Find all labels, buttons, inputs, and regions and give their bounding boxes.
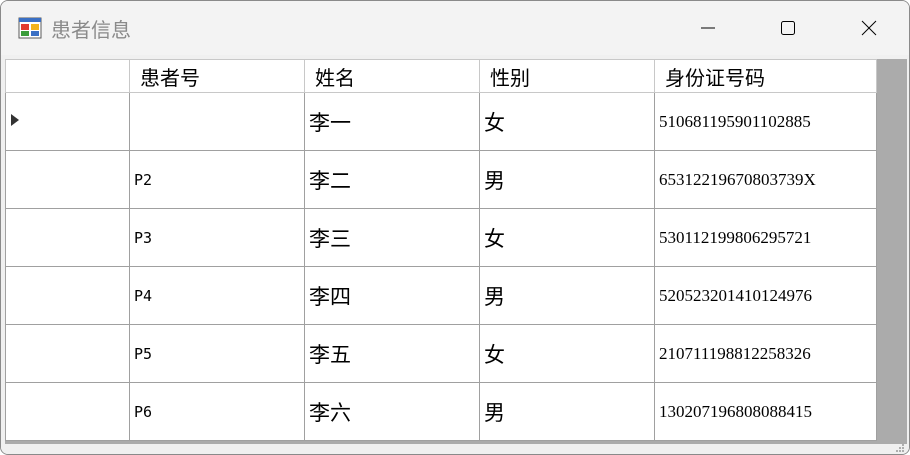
table-row[interactable]: P2 李二 男 65312219670803739X bbox=[5, 150, 877, 209]
cell-patient-id[interactable]: P6 bbox=[129, 382, 305, 441]
cell-name[interactable]: 李四 bbox=[304, 266, 480, 325]
cell-gender[interactable]: 女 bbox=[479, 208, 655, 267]
maximize-button[interactable] bbox=[748, 1, 828, 55]
cell-patient-id[interactable]: P2 bbox=[129, 150, 305, 209]
window-title: 患者信息 bbox=[51, 18, 131, 42]
row-header[interactable] bbox=[5, 92, 130, 151]
cell-patient-id[interactable]: P1 bbox=[129, 92, 305, 151]
cell-name[interactable]: 李五 bbox=[304, 324, 480, 383]
cell-id-card[interactable]: 65312219670803739X bbox=[654, 150, 877, 209]
cell-name[interactable]: 李六 bbox=[304, 382, 480, 441]
patient-info-window: 患者信息 患者号 姓名 性别 身份证号码 P1 李一 女 51068119590… bbox=[0, 0, 910, 455]
title-bar[interactable]: 患者信息 bbox=[1, 1, 909, 55]
row-header[interactable] bbox=[5, 150, 130, 209]
column-header-patient-id[interactable]: 患者号 bbox=[129, 59, 305, 93]
table-row[interactable]: P4 李四 男 520523201410124976 bbox=[5, 266, 877, 325]
cell-gender[interactable]: 男 bbox=[479, 266, 655, 325]
status-strip bbox=[1, 443, 909, 454]
cell-patient-id[interactable]: P4 bbox=[129, 266, 305, 325]
column-header-id-card[interactable]: 身份证号码 bbox=[654, 59, 877, 93]
current-row-arrow-icon bbox=[11, 114, 19, 126]
header-row: 患者号 姓名 性别 身份证号码 bbox=[5, 59, 877, 93]
column-header-gender[interactable]: 性别 bbox=[479, 59, 655, 93]
minimize-icon bbox=[701, 27, 715, 29]
cell-id-card[interactable]: 210711198812258326 bbox=[654, 324, 877, 383]
cell-gender[interactable]: 女 bbox=[479, 324, 655, 383]
cell-name[interactable]: 李一 bbox=[304, 92, 480, 151]
row-header[interactable] bbox=[5, 382, 130, 441]
resize-grip-icon[interactable] bbox=[895, 443, 905, 453]
close-icon bbox=[861, 20, 877, 36]
cell-gender[interactable]: 男 bbox=[479, 150, 655, 209]
cell-id-card[interactable]: 520523201410124976 bbox=[654, 266, 877, 325]
cell-id-card[interactable]: 530112199806295721 bbox=[654, 208, 877, 267]
form-app-icon bbox=[18, 17, 42, 39]
minimize-button[interactable] bbox=[668, 1, 748, 55]
cell-patient-id[interactable]: P5 bbox=[129, 324, 305, 383]
table-row[interactable]: P6 李六 男 130207196808088415 bbox=[5, 382, 877, 441]
cell-patient-id[interactable]: P3 bbox=[129, 208, 305, 267]
table-row[interactable]: P5 李五 女 210711198812258326 bbox=[5, 324, 877, 383]
row-header[interactable] bbox=[5, 266, 130, 325]
column-header-name[interactable]: 姓名 bbox=[304, 59, 480, 93]
table-row[interactable]: P1 李一 女 510681195901102885 bbox=[5, 92, 877, 151]
cell-id-card[interactable]: 130207196808088415 bbox=[654, 382, 877, 441]
cell-gender[interactable]: 女 bbox=[479, 92, 655, 151]
patient-table: 患者号 姓名 性别 身份证号码 P1 李一 女 5106811959011028… bbox=[5, 59, 877, 441]
row-header[interactable] bbox=[5, 324, 130, 383]
cell-name[interactable]: 李三 bbox=[304, 208, 480, 267]
data-grid-view[interactable]: 患者号 姓名 性别 身份证号码 P1 李一 女 5106811959011028… bbox=[5, 59, 907, 444]
row-header[interactable] bbox=[5, 208, 130, 267]
table-row[interactable]: P3 李三 女 530112199806295721 bbox=[5, 208, 877, 267]
cell-id-card[interactable]: 510681195901102885 bbox=[654, 92, 877, 151]
cell-gender[interactable]: 男 bbox=[479, 382, 655, 441]
cell-name[interactable]: 李二 bbox=[304, 150, 480, 209]
row-header-corner[interactable] bbox=[5, 59, 130, 93]
maximize-icon bbox=[781, 21, 795, 35]
close-button[interactable] bbox=[829, 1, 909, 55]
